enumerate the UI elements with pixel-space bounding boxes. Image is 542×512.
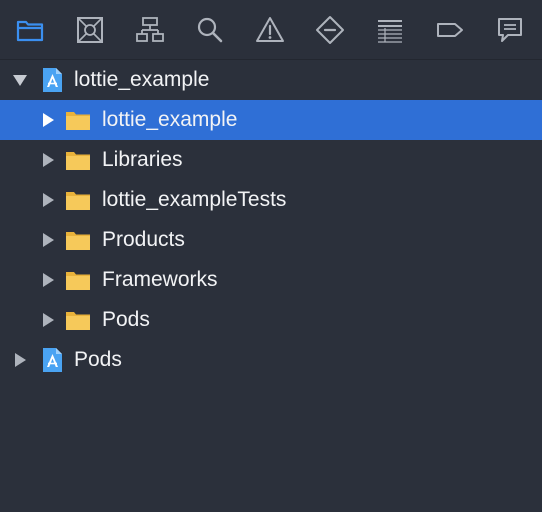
issue-navigator-button[interactable]: [250, 10, 290, 50]
report-navigator-button[interactable]: [490, 10, 530, 50]
tree-row-folder-frameworks[interactable]: Frameworks: [0, 260, 542, 300]
tree-item-label: Pods: [102, 308, 150, 331]
tree-row-folder-libraries[interactable]: Libraries: [0, 140, 542, 180]
disclosure-triangle-collapsed-icon[interactable]: [38, 230, 58, 250]
tree-item-label: lottie_example: [74, 68, 210, 91]
tree-item-label: lottie_exampleTests: [102, 188, 287, 211]
debug-list-icon: [378, 20, 402, 43]
symbol-navigator-button[interactable]: [130, 10, 170, 50]
debug-navigator-button[interactable]: [370, 10, 410, 50]
disclosure-triangle-collapsed-icon[interactable]: [10, 350, 30, 370]
folder-icon: [64, 306, 92, 334]
folder-icon: [64, 266, 92, 294]
disclosure-triangle-collapsed-icon[interactable]: [38, 150, 58, 170]
tree-item-label: Libraries: [102, 148, 183, 171]
folder-icon: [64, 146, 92, 174]
hierarchy-icon: [136, 17, 164, 42]
folder-icon: [64, 186, 92, 214]
message-icon: [498, 18, 522, 42]
test-diamond-icon: [316, 16, 344, 44]
tree-row-folder-lottie-example-tests[interactable]: lottie_exampleTests: [0, 180, 542, 220]
project-navigator-button[interactable]: [10, 10, 50, 50]
source-control-icon: [77, 17, 103, 43]
tree-item-label: Products: [102, 228, 185, 251]
tree-row-folder-products[interactable]: Products: [0, 220, 542, 260]
disclosure-triangle-collapsed-icon[interactable]: [38, 110, 58, 130]
breakpoint-navigator-button[interactable]: [430, 10, 470, 50]
breakpoint-icon: [437, 23, 463, 37]
disclosure-triangle-collapsed-icon[interactable]: [38, 310, 58, 330]
disclosure-triangle-collapsed-icon[interactable]: [38, 270, 58, 290]
navigator-toolbar: [0, 0, 542, 60]
tree-row-project-pods[interactable]: Pods: [0, 340, 542, 380]
folder-icon: [64, 106, 92, 134]
source-control-navigator-button[interactable]: [70, 10, 110, 50]
folder-icon: [16, 20, 44, 42]
tree-row-folder-lottie-example[interactable]: lottie_example: [0, 100, 542, 140]
disclosure-triangle-expanded-icon[interactable]: [10, 70, 30, 90]
project-navigator-panel: lottie_example lottie_example Libraries …: [0, 0, 542, 512]
project-tree: lottie_example lottie_example Libraries …: [0, 60, 542, 380]
disclosure-triangle-collapsed-icon[interactable]: [38, 190, 58, 210]
search-icon: [197, 17, 223, 43]
warning-icon: [256, 17, 284, 42]
xcode-project-icon: [38, 346, 66, 374]
test-navigator-button[interactable]: [310, 10, 350, 50]
tree-item-label: Pods: [74, 348, 122, 371]
find-navigator-button[interactable]: [190, 10, 230, 50]
tree-item-label: Frameworks: [102, 268, 218, 291]
xcode-project-icon: [38, 66, 66, 94]
tree-row-project-lottie-example[interactable]: lottie_example: [0, 60, 542, 100]
tree-item-label: lottie_example: [102, 108, 238, 131]
tree-row-folder-pods[interactable]: Pods: [0, 300, 542, 340]
folder-icon: [64, 226, 92, 254]
